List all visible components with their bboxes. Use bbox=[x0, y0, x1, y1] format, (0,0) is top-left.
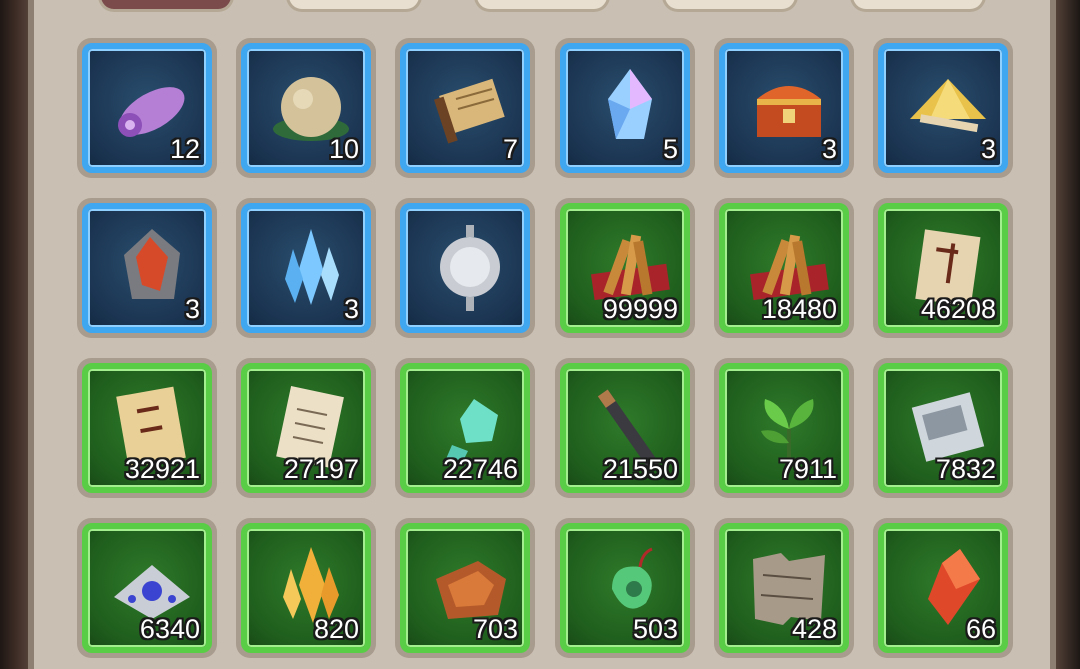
item-slot[interactable]: 22746 bbox=[395, 358, 535, 498]
item-frame: 66 bbox=[878, 523, 1008, 653]
item-count: 3 bbox=[184, 294, 200, 324]
item-frame: 6340 bbox=[82, 523, 212, 653]
item-frame: 3 bbox=[241, 203, 371, 333]
item-count: 66 bbox=[965, 614, 996, 644]
item-frame: 21550 bbox=[560, 363, 690, 493]
item-frame: 820 bbox=[241, 523, 371, 653]
item-count: 820 bbox=[313, 614, 359, 644]
item-slot[interactable]: 7 bbox=[395, 38, 535, 178]
item-frame: 428 bbox=[719, 523, 849, 653]
item-slot[interactable]: 10 bbox=[236, 38, 376, 178]
item-frame: 3 bbox=[82, 203, 212, 333]
item-count: 21550 bbox=[602, 454, 678, 484]
item-slot[interactable]: 703 bbox=[395, 518, 535, 658]
item-frame: 7911 bbox=[719, 363, 849, 493]
item-frame: 22746 bbox=[400, 363, 530, 493]
item-frame bbox=[400, 203, 530, 333]
tab-3[interactable] bbox=[474, 0, 610, 12]
item-frame: 99999 bbox=[560, 203, 690, 333]
item-slot[interactable] bbox=[395, 198, 535, 338]
item-frame: 10 bbox=[241, 43, 371, 173]
item-frame: 3 bbox=[719, 43, 849, 173]
item-slot[interactable]: 7911 bbox=[714, 358, 854, 498]
item-slot[interactable]: 503 bbox=[555, 518, 695, 658]
item-slot[interactable]: 18480 bbox=[714, 198, 854, 338]
item-frame: 703 bbox=[400, 523, 530, 653]
item-frame: 3 bbox=[878, 43, 1008, 173]
item-slot[interactable]: 6340 bbox=[77, 518, 217, 658]
item-count: 27197 bbox=[283, 454, 359, 484]
item-slot[interactable]: 66 bbox=[873, 518, 1013, 658]
inventory-panel: 12 10 7 5 3 3 3 3 99999 18480 46208 32921 27197 22746… bbox=[28, 0, 1056, 669]
tab-4[interactable] bbox=[662, 0, 798, 12]
item-count: 10 bbox=[328, 134, 359, 164]
item-slot[interactable]: 3 bbox=[873, 38, 1013, 178]
item-count: 3 bbox=[821, 134, 837, 164]
item-slot[interactable]: 3 bbox=[77, 198, 217, 338]
item-count: 7 bbox=[502, 134, 518, 164]
item-slot[interactable]: 428 bbox=[714, 518, 854, 658]
item-slot[interactable]: 7832 bbox=[873, 358, 1013, 498]
item-count: 5 bbox=[662, 134, 678, 164]
item-count: 503 bbox=[632, 614, 678, 644]
item-slot[interactable]: 820 bbox=[236, 518, 376, 658]
item-frame: 32921 bbox=[82, 363, 212, 493]
item-frame: 5 bbox=[560, 43, 690, 173]
item-frame: 7 bbox=[400, 43, 530, 173]
tab-5[interactable] bbox=[850, 0, 986, 12]
category-tabs bbox=[34, 0, 1050, 20]
item-frame: 12 bbox=[82, 43, 212, 173]
tab-1[interactable] bbox=[98, 0, 234, 12]
item-count: 7911 bbox=[778, 454, 837, 484]
item-count: 46208 bbox=[920, 294, 996, 324]
tab-2[interactable] bbox=[286, 0, 422, 12]
item-slot[interactable]: 27197 bbox=[236, 358, 376, 498]
item-count: 32921 bbox=[124, 454, 200, 484]
item-slot[interactable]: 32921 bbox=[77, 358, 217, 498]
item-count: 428 bbox=[791, 614, 837, 644]
item-count: 99999 bbox=[602, 294, 678, 324]
item-slot[interactable]: 21550 bbox=[555, 358, 695, 498]
item-slot[interactable]: 3 bbox=[236, 198, 376, 338]
item-count: 18480 bbox=[761, 294, 837, 324]
item-count: 22746 bbox=[442, 454, 518, 484]
item-frame: 18480 bbox=[719, 203, 849, 333]
silver-orb-icon bbox=[422, 219, 518, 315]
item-slot[interactable]: 12 bbox=[77, 38, 217, 178]
item-count: 6340 bbox=[139, 614, 200, 644]
item-count: 7832 bbox=[935, 454, 996, 484]
item-count: 3 bbox=[343, 294, 359, 324]
item-frame: 46208 bbox=[878, 203, 1008, 333]
background-right bbox=[1054, 0, 1080, 669]
item-slot[interactable]: 5 bbox=[555, 38, 695, 178]
item-count: 3 bbox=[980, 134, 996, 164]
item-count: 703 bbox=[472, 614, 518, 644]
item-frame: 27197 bbox=[241, 363, 371, 493]
item-slot[interactable]: 3 bbox=[714, 38, 854, 178]
item-slot[interactable]: 99999 bbox=[555, 198, 695, 338]
item-frame: 7832 bbox=[878, 363, 1008, 493]
item-frame: 503 bbox=[560, 523, 690, 653]
item-count: 12 bbox=[169, 134, 200, 164]
item-slot[interactable]: 46208 bbox=[873, 198, 1013, 338]
